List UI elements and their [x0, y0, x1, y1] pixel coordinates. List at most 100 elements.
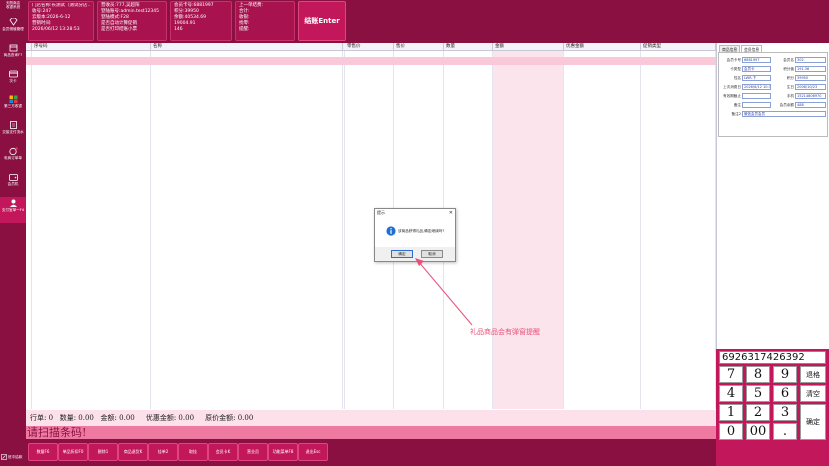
- grid-header-amount: 金额: [493, 43, 564, 51]
- return-goods-button[interactable]: 商品退货K: [118, 443, 148, 461]
- close-icon[interactable]: ✕: [449, 209, 453, 217]
- key-00[interactable]: 00: [746, 423, 770, 440]
- field-label: 上次消费日: [723, 85, 741, 89]
- key-0[interactable]: 0: [719, 423, 743, 440]
- remark-field[interactable]: [742, 102, 771, 108]
- sidebar-logo: 天丽商店 收银系统: [1, 1, 25, 13]
- function-menu-button[interactable]: 功能菜单F8: [268, 443, 298, 461]
- product-grid[interactable]: 序号码 名称 零售价 售价 数量 金额 优惠金额 促销类型: [26, 43, 716, 409]
- gift-prompt-dialog: 提示 ✕ 该商品获得礼品,确定继续吗? 确定 取消: [374, 208, 456, 262]
- points-value-field[interactable]: 191.36: [795, 66, 826, 72]
- phone-field[interactable]: 15214806970: [795, 93, 826, 99]
- sidebar-item-label: 会员机: [7, 182, 19, 186]
- grid-header-promo-type: 促销类型: [641, 43, 716, 51]
- sidebar: 天丽商店 收银系统 会员储值管理 商品查询F7 次卡 第三方收银 交接支付流水 …: [0, 0, 26, 466]
- grid-column: [32, 51, 151, 409]
- sidebar-item-card[interactable]: 次卡: [0, 68, 26, 90]
- grid-header-code: 序号码: [32, 43, 151, 51]
- grid-header-retail-price: 零售价: [345, 43, 394, 51]
- annotation-note: 礼品商品会有弹窗提醒: [470, 328, 540, 336]
- barcode-input[interactable]: 6926317426392: [719, 351, 826, 364]
- key-dot[interactable]: .: [773, 423, 797, 440]
- sidebar-item-handover[interactable]: 交接支付流水: [0, 119, 26, 141]
- scan-prompt: 请扫描条码!: [26, 426, 716, 439]
- sidebar-item-product-query[interactable]: 商品查询F7: [0, 42, 26, 64]
- key-2[interactable]: 2: [746, 404, 770, 421]
- sidebar-item-label: 第三方收银: [4, 104, 22, 108]
- sidebar-item-label: 电商订单单: [4, 156, 22, 160]
- tab-product-info[interactable]: 商品信息: [719, 45, 741, 52]
- grid-header-discount: 优惠金额: [564, 43, 641, 51]
- backspace-button[interactable]: 退格: [800, 366, 826, 383]
- member-info-form: 会员卡号 6881997 会员名 302 卡类型 会员卡 积分值 191.36 …: [718, 52, 828, 137]
- field-label: 手机: [786, 94, 794, 98]
- card-icon: [8, 70, 18, 78]
- checkout-enter-button[interactable]: 结账Enter: [298, 1, 346, 41]
- member-name-field[interactable]: 302: [795, 57, 826, 63]
- sidebar-item-third-party[interactable]: 第三方收银: [0, 93, 26, 115]
- card-type-field[interactable]: 会员卡: [742, 66, 771, 72]
- key-9[interactable]: 9: [773, 366, 797, 383]
- wallet-icon: [8, 174, 18, 181]
- right-info-panel: 商品信息 会员信息 会员卡号 6881997 会员名 302 卡类型 会员卡 积…: [716, 43, 829, 349]
- numpad-panel: 6926317426392 7 8 9 退格 4 5 6 清空 1 2 3 确定…: [716, 349, 829, 466]
- field-label: 会员名: [783, 58, 794, 62]
- member-alias-field[interactable]: LWR-下: [742, 75, 771, 81]
- key-1[interactable]: 1: [719, 404, 743, 421]
- item-discount-button[interactable]: 单品折扣F0: [58, 443, 88, 461]
- quantity-button[interactable]: 数量F6: [28, 443, 58, 461]
- grid-column: [641, 51, 716, 409]
- birthday-field[interactable]: 2006/10/23: [795, 84, 826, 90]
- member-card-button[interactable]: 会员卡K: [208, 443, 238, 461]
- last-order-note: 提醒:: [239, 27, 250, 32]
- grid-header-sale-price: 售价: [394, 43, 444, 51]
- clear-button[interactable]: 清空: [800, 385, 826, 402]
- sidebar-item-label: 支付宝单一F4: [1, 208, 25, 212]
- field-label: 会员余额: [779, 103, 794, 107]
- grid-header-name: 名称: [151, 43, 343, 51]
- sidebar-bottom-label: 班中结款: [8, 454, 23, 459]
- last-visit-field[interactable]: 2026/6/12 10:3: [742, 84, 771, 90]
- sidebar-item-online-orders[interactable]: 电商订单单: [0, 145, 26, 167]
- retrieve-order-button[interactable]: 取挂: [178, 443, 208, 461]
- member-balance-field[interactable]: 488: [795, 102, 826, 108]
- field-label: 备注: [733, 103, 741, 107]
- key-3[interactable]: 3: [773, 404, 797, 421]
- field-label: 生日: [786, 85, 794, 89]
- remark2-field[interactable]: 微信会员会员: [742, 111, 826, 117]
- member-card-field[interactable]: 6881997: [742, 57, 771, 63]
- key-5[interactable]: 5: [746, 385, 770, 402]
- store-info-box: 门店名称:长测试（测试分店... 收号:247 云版本:2026-6-12 营销…: [28, 1, 94, 41]
- sidebar-item-alipay[interactable]: 支付宝单一F4: [0, 197, 26, 223]
- points-field[interactable]: 39950: [795, 75, 826, 81]
- member-info-box: 会员卡号:6881997 积分:39950 余额:40534.69 19004.…: [170, 1, 232, 41]
- key-8[interactable]: 8: [746, 366, 770, 383]
- sidebar-item-member-machine[interactable]: 会员机: [0, 171, 26, 193]
- tab-member-info[interactable]: 会员信息: [741, 45, 763, 52]
- sidebar-item-label: 会员储值管理: [2, 27, 24, 31]
- key-4[interactable]: 4: [719, 385, 743, 402]
- sidebar-item-label: 次卡: [9, 79, 17, 83]
- field-label: 有效期截止: [723, 94, 741, 98]
- dialog-title: 提示: [375, 209, 455, 217]
- field-label: 卡类型: [730, 67, 741, 71]
- field-label: 积分: [786, 76, 794, 80]
- hold-order-button[interactable]: 挂单2: [148, 443, 178, 461]
- grid-column: [564, 51, 641, 409]
- salesperson-button[interactable]: 营业员: [238, 443, 268, 461]
- expiry-field[interactable]: [742, 93, 771, 99]
- info-icon: [386, 226, 396, 236]
- sidebar-item-label: 交接支付流水: [2, 130, 24, 134]
- selected-table-row[interactable]: [26, 57, 716, 65]
- top-info-bar: 门店名称:长测试（测试分店... 收号:247 云版本:2026-6-12 营销…: [26, 0, 829, 43]
- confirm-button[interactable]: 确定: [800, 404, 826, 440]
- delete-button[interactable]: 删除1: [88, 443, 118, 461]
- sidebar-shift-settle[interactable]: 班中结款: [1, 452, 26, 462]
- exit-button[interactable]: 退出Esc: [298, 443, 328, 461]
- member-amount-2: 146: [174, 27, 183, 32]
- field-label: 性名: [733, 76, 741, 80]
- sidebar-item-member[interactable]: 会员储值管理: [0, 16, 26, 38]
- key-6[interactable]: 6: [773, 385, 797, 402]
- field-label: 备注2: [731, 112, 741, 116]
- key-7[interactable]: 7: [719, 366, 743, 383]
